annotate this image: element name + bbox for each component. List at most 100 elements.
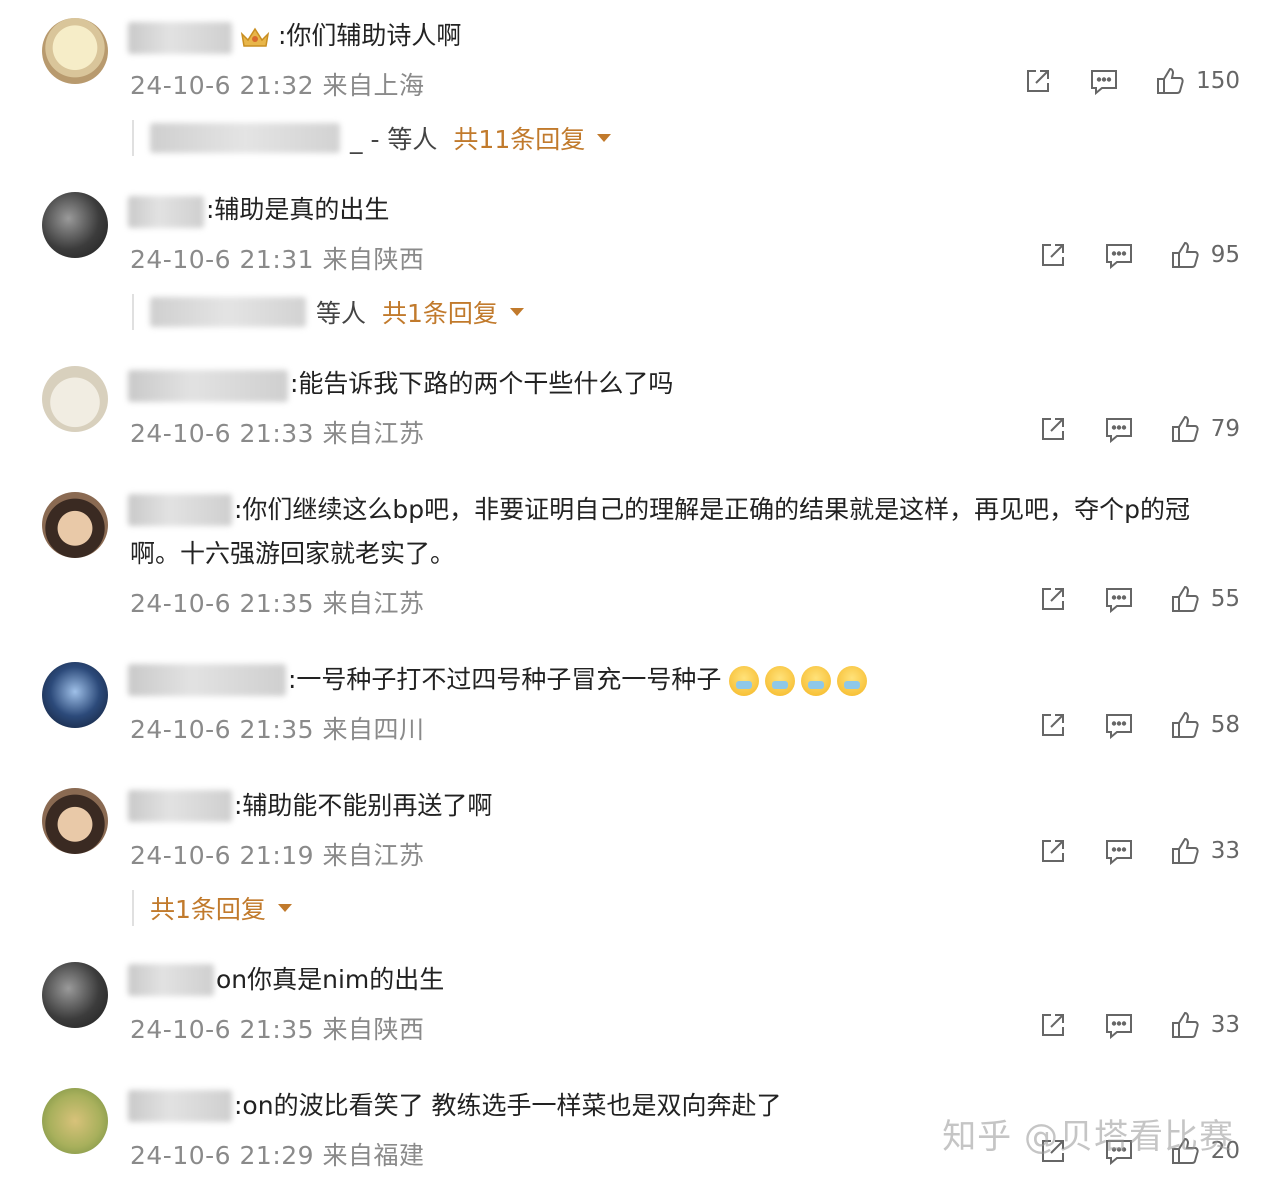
thumbs-up-icon bbox=[1171, 837, 1199, 864]
like-count: 33 bbox=[1210, 838, 1240, 864]
comment-meta: 24-10-6 21:19 来自江苏 bbox=[130, 841, 425, 870]
blurred-username[interactable] bbox=[128, 964, 214, 996]
comment-text: on你真是nim的出生 bbox=[216, 965, 445, 994]
like-count: 58 bbox=[1210, 712, 1240, 738]
like-button[interactable]: 150 bbox=[1154, 65, 1240, 97]
thumbs-up-icon bbox=[1171, 415, 1199, 442]
chevron-down-icon bbox=[277, 904, 292, 912]
like-count: 79 bbox=[1210, 416, 1240, 442]
comment-icon bbox=[1091, 70, 1118, 96]
comment-icon bbox=[1105, 1014, 1132, 1040]
avatar[interactable] bbox=[42, 962, 108, 1028]
share-icon bbox=[1041, 418, 1064, 440]
thumbs-up-icon bbox=[1171, 1011, 1199, 1038]
avatar[interactable] bbox=[42, 492, 108, 558]
comment-button[interactable] bbox=[1103, 1009, 1135, 1041]
comment-icon bbox=[1105, 714, 1132, 740]
comment-meta: 24-10-6 21:35 来自江苏 bbox=[130, 589, 425, 618]
zhihu-watermark: 知乎 @贝塔看比赛 bbox=[942, 1117, 1234, 1157]
reply-count-link[interactable]: 共1条回复 bbox=[150, 890, 266, 926]
crown-badge-icon bbox=[240, 27, 270, 47]
comment-meta: 24-10-6 21:35 来自四川 bbox=[130, 715, 425, 744]
comment-button[interactable] bbox=[1103, 835, 1135, 867]
blurred-username[interactable] bbox=[128, 1090, 232, 1122]
comment-icon bbox=[1105, 244, 1132, 270]
thumbs-up-icon bbox=[1171, 241, 1199, 268]
comment-text: :一号种子打不过四号种子冒充一号种子 bbox=[288, 658, 1234, 702]
like-count: 95 bbox=[1210, 242, 1240, 268]
share-button[interactable] bbox=[1037, 583, 1069, 615]
share-icon bbox=[1041, 588, 1064, 610]
reply-count-link[interactable]: 共11条回复 bbox=[453, 120, 585, 156]
share-icon bbox=[1041, 244, 1064, 266]
reply-count-link[interactable]: 共1条回复 bbox=[382, 294, 498, 330]
share-button[interactable] bbox=[1037, 413, 1069, 445]
share-icon bbox=[1027, 70, 1050, 92]
comment-meta: 24-10-6 21:35 来自陕西 bbox=[130, 1015, 425, 1044]
avatar[interactable] bbox=[42, 18, 108, 84]
comment-button[interactable] bbox=[1103, 413, 1135, 445]
blurred-username[interactable] bbox=[128, 370, 288, 402]
like-button[interactable]: 33 bbox=[1169, 835, 1240, 867]
blurred-username[interactable] bbox=[128, 22, 232, 54]
like-button[interactable]: 95 bbox=[1169, 239, 1240, 271]
crying-laughing-emoji-icon bbox=[765, 666, 796, 696]
share-icon bbox=[1041, 1014, 1064, 1036]
thumbs-up-icon bbox=[1171, 585, 1199, 612]
comment-icon bbox=[1105, 418, 1132, 444]
comment-meta: 24-10-6 21:31 来自陕西 bbox=[130, 245, 425, 274]
avatar[interactable] bbox=[42, 1088, 108, 1154]
comment-button[interactable] bbox=[1103, 709, 1135, 741]
comment-text: :辅助是真的出生 bbox=[206, 195, 390, 224]
comment-actions: 33 bbox=[1003, 834, 1240, 868]
blurred-reply-username bbox=[150, 297, 306, 327]
blurred-username[interactable] bbox=[128, 664, 286, 696]
reply-summary[interactable]: 共1条回复 bbox=[132, 890, 292, 926]
blurred-reply-username bbox=[150, 123, 340, 153]
like-button[interactable]: 33 bbox=[1169, 1009, 1240, 1041]
share-icon bbox=[1041, 840, 1064, 862]
like-count: 33 bbox=[1210, 1012, 1240, 1038]
blurred-username[interactable] bbox=[128, 790, 232, 822]
avatar[interactable] bbox=[42, 192, 108, 258]
reply-summary[interactable]: _ - 等人 共11条回复 bbox=[132, 120, 612, 156]
comment-text: :你们继续这么bp吧，非要证明自己的理解是正确的结果就是这样，再见吧，夺个p的冠… bbox=[130, 495, 1191, 568]
avatar[interactable] bbox=[42, 662, 108, 728]
avatar[interactable] bbox=[42, 366, 108, 432]
crying-laughing-emoji-icon bbox=[729, 666, 760, 696]
comment-meta: 24-10-6 21:33 来自江苏 bbox=[130, 419, 425, 448]
comment-actions: 55 bbox=[1003, 582, 1240, 616]
share-button[interactable] bbox=[1037, 1009, 1069, 1041]
comment-actions: 79 bbox=[1003, 412, 1240, 446]
chevron-down-icon bbox=[597, 134, 612, 142]
chevron-down-icon bbox=[509, 308, 524, 316]
comment-actions: 33 bbox=[1003, 1008, 1240, 1042]
thumbs-up-icon bbox=[1157, 67, 1184, 94]
like-button[interactable]: 55 bbox=[1169, 583, 1240, 615]
share-button[interactable] bbox=[1022, 65, 1054, 97]
comment-button[interactable] bbox=[1103, 239, 1135, 271]
crying-laughing-emoji-icon bbox=[837, 666, 868, 696]
crying-laughing-emoji-icon bbox=[801, 666, 832, 696]
comment-button[interactable] bbox=[1103, 583, 1135, 615]
like-button[interactable]: 58 bbox=[1169, 709, 1240, 741]
share-icon bbox=[1041, 714, 1064, 736]
comment-icon bbox=[1105, 840, 1132, 866]
comment-meta: 24-10-6 21:29 来自福建 bbox=[130, 1141, 425, 1170]
share-button[interactable] bbox=[1037, 239, 1069, 271]
comment-icon bbox=[1105, 588, 1132, 614]
comment-text: :你们辅助诗人啊 bbox=[240, 14, 1234, 58]
share-button[interactable] bbox=[1037, 835, 1069, 867]
comment-button[interactable] bbox=[1088, 65, 1120, 97]
comment-text: :辅助能不能别再送了啊 bbox=[234, 791, 493, 820]
avatar[interactable] bbox=[42, 788, 108, 854]
like-button[interactable]: 79 bbox=[1169, 413, 1240, 445]
blurred-username[interactable] bbox=[128, 196, 204, 228]
thumbs-up-icon bbox=[1171, 711, 1199, 738]
comment-text: :能告诉我下路的两个干些什么了吗 bbox=[290, 369, 674, 398]
comment-meta: 24-10-6 21:32 来自上海 bbox=[130, 71, 425, 100]
like-count: 150 bbox=[1196, 68, 1240, 94]
reply-summary[interactable]: 等人 共1条回复 bbox=[132, 294, 524, 330]
share-button[interactable] bbox=[1037, 709, 1069, 741]
comment-actions: 150 bbox=[988, 64, 1240, 98]
